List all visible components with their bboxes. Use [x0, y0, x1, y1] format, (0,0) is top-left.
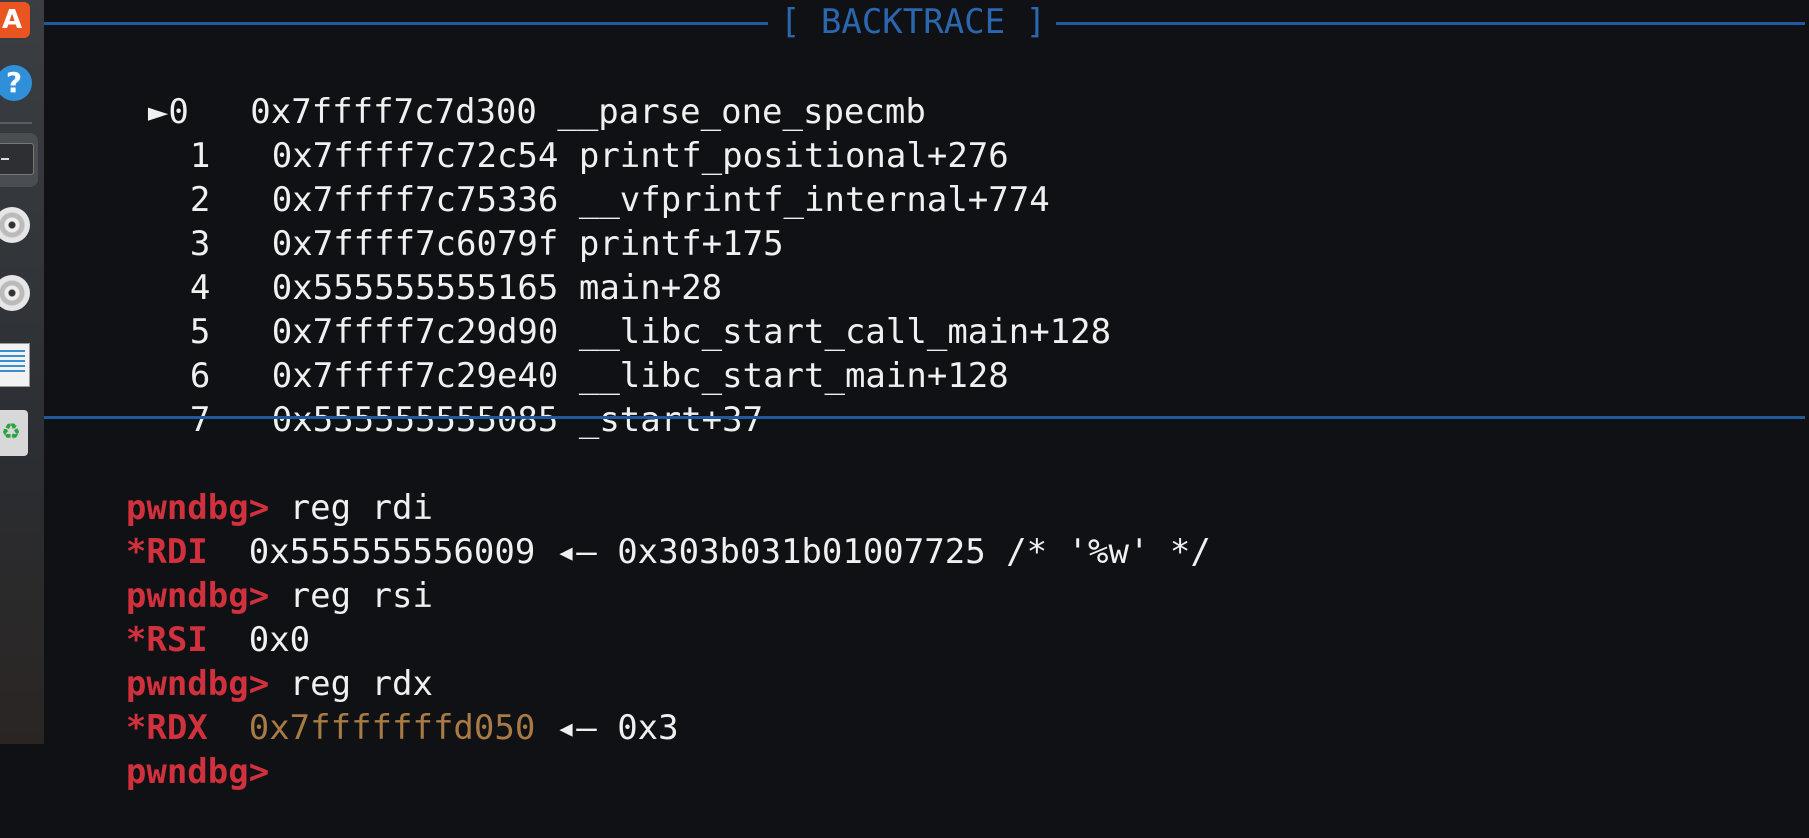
section-rule: [44, 22, 768, 25]
command-line: pwndbg> reg rdi: [125, 488, 433, 528]
backtrace-frame: 6 0x7ffff7c29e40 __libc_start_main+128: [189, 356, 1009, 396]
help-icon[interactable]: ?: [0, 65, 40, 115]
deref-arrow: ◂—: [535, 708, 618, 748]
disc-icon[interactable]: [0, 207, 30, 243]
section-rule: [1056, 22, 1805, 25]
register-output: *RDX 0x7fffffffd050 ◂— 0x3: [125, 708, 679, 748]
terminal-window[interactable]: [ BACKTRACE ] ►0 0x7ffff7c7d300 __parse_…: [44, 0, 1809, 792]
backtrace-frame: 4 0x555555555165 main+28: [189, 268, 723, 308]
trash-icon[interactable]: ♻: [0, 410, 40, 460]
command-line: pwndbg> reg rdx: [125, 664, 433, 704]
command-line: pwndbg> reg rsi: [125, 576, 433, 616]
section-rule: [44, 416, 1805, 419]
text-editor-icon[interactable]: [0, 343, 40, 393]
dock-separator: [0, 122, 32, 124]
register-output: *RDI 0x555555556009 ◂— 0x303b031b0100772…: [125, 532, 1211, 572]
app-store-icon[interactable]: A: [0, 0, 40, 50]
register-output: *RSI 0x0: [125, 620, 311, 660]
backtrace-frame: 1 0x7ffff7c72c54 printf_positional+276: [189, 136, 1009, 176]
backtrace-title: [ BACKTRACE ]: [779, 2, 1047, 42]
backtrace-header: [ BACKTRACE ]: [44, 0, 1809, 44]
backtrace-frame: ►0 0x7ffff7c7d300 __parse_one_specmb: [147, 92, 926, 132]
backtrace-frame: 7 0x555555555085 _start+37: [189, 400, 764, 440]
launcher-dock: A ? ♻: [0, 0, 44, 744]
backtrace-frame: 2 0x7ffff7c75336 __vfprintf_internal+774: [189, 180, 1050, 220]
disc-icon-2[interactable]: [0, 275, 30, 311]
command-prompt-active[interactable]: pwndbg>: [44, 706, 269, 792]
deref-arrow: ◂—: [535, 532, 618, 572]
backtrace-frame: 3 0x7ffff7c6079f printf+175: [189, 224, 784, 264]
pwndbg-prompt: pwndbg>: [125, 752, 270, 792]
backtrace-frame: 5 0x7ffff7c29d90 __libc_start_call_main+…: [189, 312, 1112, 352]
terminal-icon[interactable]: [0, 133, 40, 187]
